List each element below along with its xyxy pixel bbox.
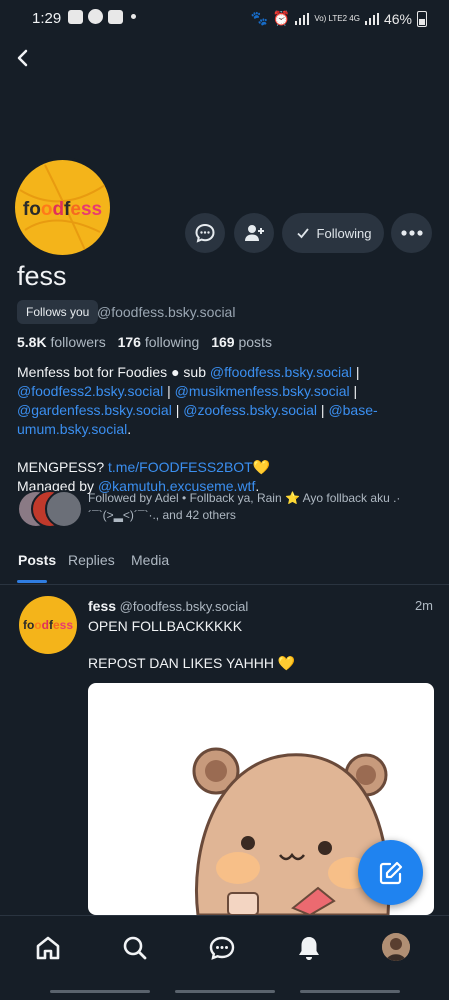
post-text-line: REPOST DAN LIKES YAHHH 💛	[88, 655, 296, 671]
tab-media[interactable]: Media	[131, 552, 169, 568]
post-timestamp: 2m	[414, 598, 433, 613]
post-author-handle: @foodfess.bsky.social	[119, 599, 249, 614]
gesture-bar-right	[300, 990, 400, 993]
following-link[interactable]: 176 following	[118, 334, 200, 350]
gallery-icon	[68, 9, 83, 24]
signal-icon	[295, 12, 310, 25]
status-time: 1:29	[32, 10, 62, 27]
search-icon	[123, 936, 147, 960]
active-tab-indicator	[17, 580, 47, 583]
alarm-icon: ⏰	[272, 10, 291, 26]
chevron-left-icon	[17, 49, 28, 67]
gesture-bar-left	[50, 990, 150, 993]
chat-bubble-icon	[195, 223, 215, 243]
bio-link[interactable]: @zoofess.bsky.social	[183, 402, 317, 418]
bio-link[interactable]: @foodfess2.bsky.social	[17, 383, 163, 399]
compose-button[interactable]	[358, 840, 423, 905]
bio-link[interactable]: @ffoodfess.bsky.social	[210, 364, 352, 380]
home-icon	[36, 936, 60, 960]
profile-photo-image	[382, 933, 410, 961]
following-button-label: Following	[316, 225, 372, 241]
followed-by-avatars[interactable]	[17, 490, 83, 528]
tab-posts[interactable]: Posts	[18, 552, 56, 568]
check-icon	[296, 228, 309, 239]
battery-icon	[417, 10, 427, 27]
profile-tabs: Posts Replies Media	[0, 546, 449, 585]
profile-bio: Menfess bot for Foodies ● sub @ffoodfess…	[17, 364, 378, 494]
more-options-button[interactable]	[391, 213, 432, 253]
gesture-bar-center	[175, 990, 275, 993]
nav-notifications[interactable]	[293, 932, 325, 964]
following-button[interactable]: Following	[282, 213, 384, 253]
profile-avatar[interactable]: foodfess	[12, 157, 113, 258]
post-author-name: fess	[88, 598, 117, 614]
follows-you-badge: Follows you	[17, 300, 99, 324]
bio-link[interactable]: @gardenfess.bsky.social	[17, 402, 172, 418]
more-dots-icon	[400, 230, 423, 236]
profile-stats: 5.8K followers 176 following 169 posts	[17, 334, 272, 350]
post-author-avatar[interactable]: foodfess	[19, 596, 77, 654]
profile-display-name: fess	[17, 261, 67, 291]
nav-home[interactable]	[32, 932, 64, 964]
tab-replies[interactable]: Replies	[68, 552, 115, 568]
message-button[interactable]	[185, 213, 225, 253]
network-label: Vo) LTE2 4G	[314, 13, 360, 23]
avatar-logo-text: foodfess	[22, 199, 103, 220]
compose-icon	[379, 861, 402, 884]
followers-link[interactable]: 5.8K followers	[17, 334, 106, 350]
follower-avatar	[45, 490, 83, 528]
add-user-button[interactable]	[234, 213, 274, 253]
followed-by-text[interactable]: Followed by Adel • Follback ya, Rain ⭐ A…	[88, 490, 428, 524]
status-bar: 1:29 🐾 ⏰ Vo) LTE2 4G 46%	[0, 0, 449, 38]
bell-icon	[299, 937, 319, 960]
more-notifications-icon	[131, 14, 136, 19]
battery-percent: 46%	[383, 10, 412, 27]
back-button[interactable]	[10, 44, 38, 72]
linkedin-icon	[108, 9, 123, 24]
paw-icon: 🐾	[250, 10, 268, 26]
chat-icon	[209, 936, 235, 960]
avatar-logo-text: foodfess	[22, 618, 74, 632]
nav-chat[interactable]	[206, 932, 238, 964]
post-header[interactable]: fess @foodfess.bsky.social	[88, 598, 248, 614]
posts-count: 169 posts	[211, 334, 272, 350]
post-text-line: OPEN FOLLBACKKKKK	[88, 618, 243, 634]
status-system-icons: 🐾 ⏰ Vo) LTE2 4G 46%	[250, 10, 427, 27]
nav-search[interactable]	[119, 932, 151, 964]
bio-link[interactable]: @musikmenfess.bsky.social	[175, 383, 350, 399]
pinterest-icon	[88, 9, 103, 24]
signal-icon-2	[364, 12, 379, 25]
telegram-link[interactable]: t.me/FOODFESS2BOT	[108, 459, 253, 475]
profile-handle: @foodfess.bsky.social	[97, 304, 236, 320]
add-user-icon	[245, 225, 264, 241]
nav-profile-avatar[interactable]	[382, 933, 410, 961]
status-notification-icons	[68, 9, 136, 24]
bottom-navigation	[0, 915, 449, 978]
